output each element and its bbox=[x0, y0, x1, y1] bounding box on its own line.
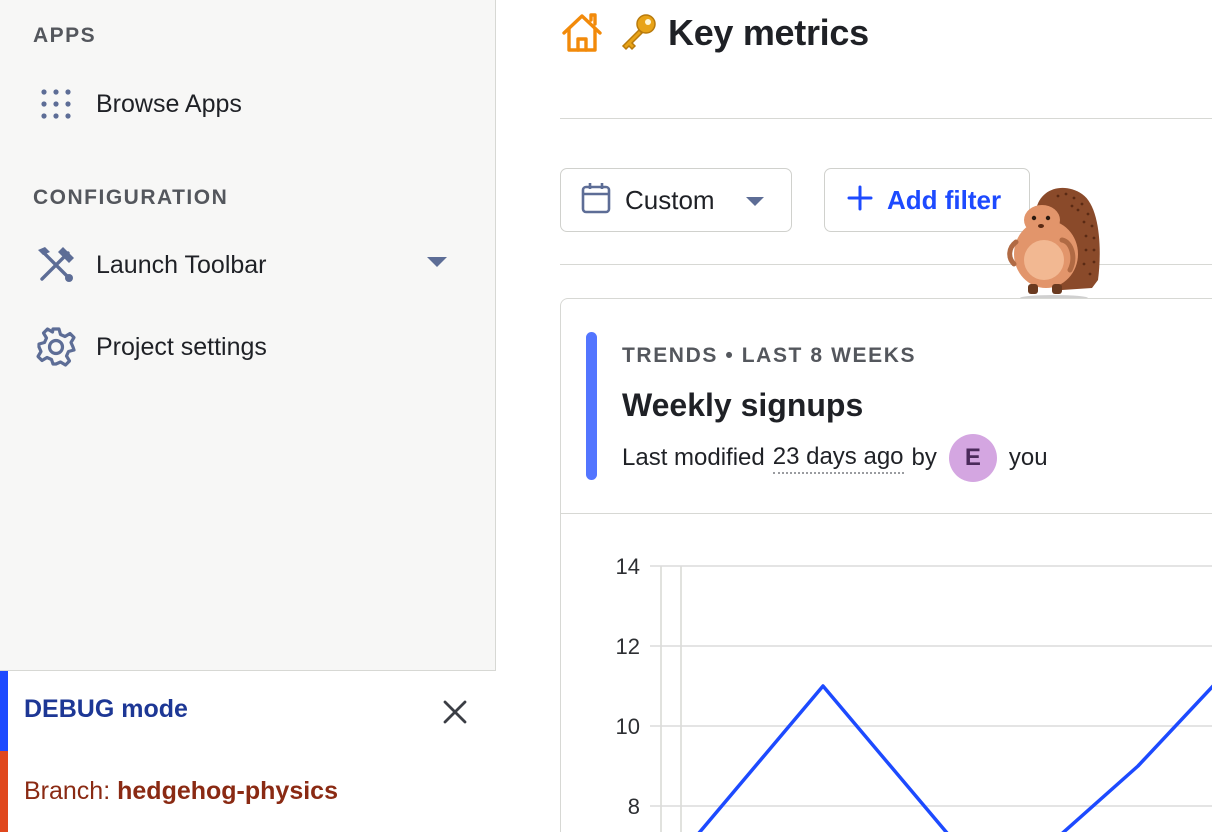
close-icon[interactable] bbox=[440, 697, 470, 727]
sidebar-item-launch-toolbar[interactable]: Launch Toolbar bbox=[30, 237, 466, 293]
insight-meta: Last modified 23 days ago by E you bbox=[622, 434, 1048, 482]
series-line[interactable] bbox=[688, 670, 1212, 832]
chevron-down-icon bbox=[745, 195, 765, 213]
gear-icon bbox=[30, 321, 82, 373]
insight-card-header: TRENDS • LAST 8 WEEKS Weekly signups Las… bbox=[561, 299, 1212, 514]
grid-icon bbox=[30, 78, 82, 130]
insight-title[interactable]: Weekly signups bbox=[622, 387, 863, 424]
filters-divider bbox=[560, 264, 1212, 265]
debug-panel: DEBUG mode Branch: hedgehog-physics bbox=[0, 670, 496, 832]
configuration-section-title: CONFIGURATION bbox=[33, 186, 229, 209]
y-tick-label: 12 bbox=[616, 634, 640, 659]
apps-section-title: APPS bbox=[33, 24, 97, 47]
sidebar: APPS Browse Apps CONFIGURATION Launch To… bbox=[0, 0, 496, 832]
tools-icon bbox=[30, 239, 82, 291]
sidebar-item-label: Project settings bbox=[96, 332, 267, 361]
add-filter-label: Add filter bbox=[887, 184, 1002, 215]
y-tick-label: 14 bbox=[616, 554, 640, 579]
branch-info: Branch: hedgehog-physics bbox=[24, 777, 338, 806]
plus-icon bbox=[847, 185, 873, 216]
branch-name: hedgehog-physics bbox=[117, 777, 338, 805]
debug-mode-label: DEBUG mode bbox=[24, 695, 188, 723]
meta-by: by bbox=[911, 444, 937, 471]
sidebar-item-browse-apps[interactable]: Browse Apps bbox=[30, 76, 466, 132]
debug-mode-row: DEBUG mode bbox=[0, 671, 496, 751]
branch-row: Branch: hedgehog-physics bbox=[0, 751, 496, 832]
branch-prefix: Branch: bbox=[24, 777, 111, 805]
meta-prefix: Last modified bbox=[622, 444, 765, 471]
date-range-button[interactable]: Custom bbox=[560, 168, 792, 232]
sidebar-item-label: Launch Toolbar bbox=[96, 250, 267, 279]
date-range-label: Custom bbox=[625, 184, 715, 215]
home-icon[interactable] bbox=[560, 11, 604, 55]
avatar: E bbox=[948, 434, 997, 482]
key-icon bbox=[618, 13, 658, 53]
page-header: Key metrics bbox=[560, 8, 869, 58]
main-content: Key metrics Custom Add filter TRENDS • L… bbox=[496, 0, 1212, 832]
sidebar-item-label: Browse Apps bbox=[96, 89, 242, 118]
header-divider bbox=[560, 118, 1212, 119]
meta-author: you bbox=[1008, 444, 1048, 471]
insight-kicker: TRENDS • LAST 8 WEEKS bbox=[622, 344, 917, 367]
hedgehog-mascot[interactable] bbox=[1002, 180, 1106, 304]
add-filter-button[interactable]: Add filter bbox=[824, 168, 1030, 232]
page-title: Key metrics bbox=[668, 12, 869, 53]
y-tick-label: 8 bbox=[628, 794, 640, 819]
chevron-down-icon[interactable] bbox=[426, 255, 448, 274]
card-accent-bar bbox=[586, 332, 597, 480]
meta-time: 23 days ago bbox=[772, 442, 904, 474]
sidebar-item-project-settings[interactable]: Project settings bbox=[30, 319, 466, 375]
line-chart: 14 12 10 8 bbox=[616, 554, 1212, 832]
calendar-icon bbox=[581, 182, 611, 219]
y-tick-label: 10 bbox=[616, 714, 640, 739]
